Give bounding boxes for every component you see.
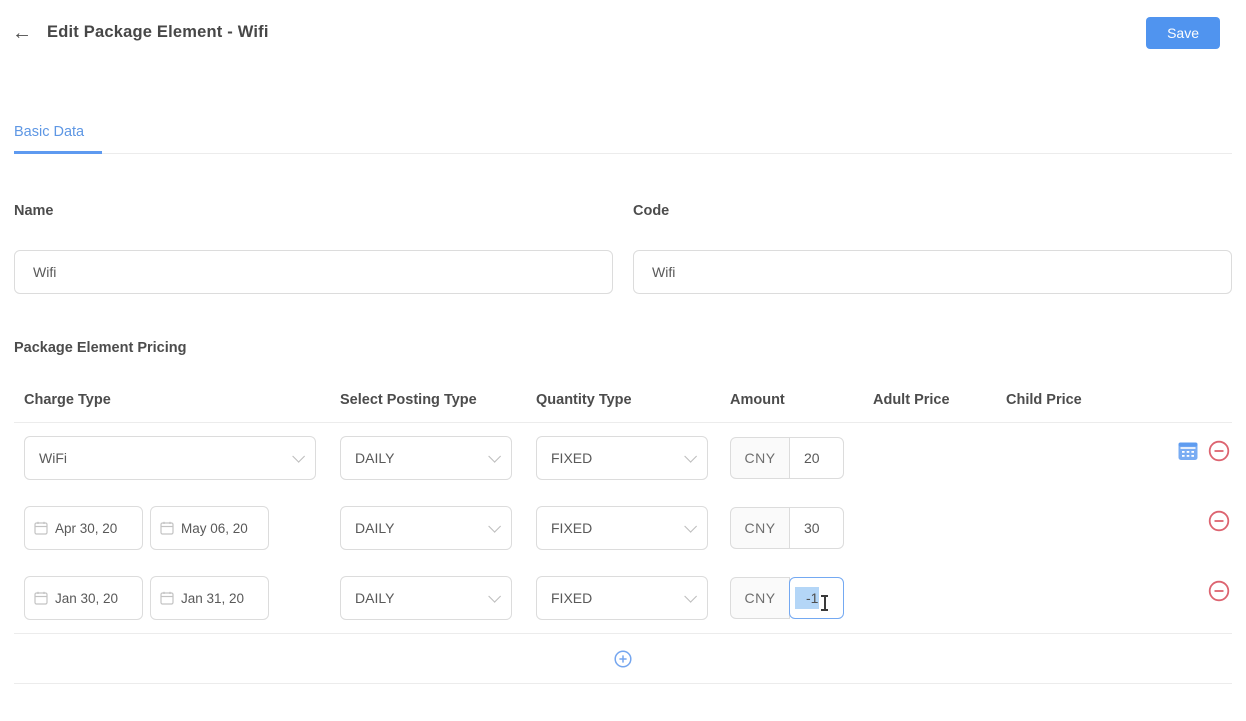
- chevron-down-icon: [488, 590, 501, 603]
- col-child-price: Child Price: [996, 392, 1232, 408]
- date-to-input[interactable]: May 06, 20: [150, 506, 269, 550]
- quantity-type-select[interactable]: FIXED: [536, 576, 708, 620]
- date-from-value: Apr 30, 20: [55, 521, 117, 536]
- page-header: ← Edit Package Element - Wifi Save: [14, 15, 1232, 50]
- pricing-table-header: Charge Type Select Posting Type Quantity…: [14, 392, 1232, 423]
- page-title: Edit Package Element - Wifi: [47, 23, 269, 42]
- calendar-icon: [160, 521, 174, 535]
- calendar-icon: [34, 521, 48, 535]
- row-actions: [996, 506, 1232, 532]
- edit-package-element-page: ← Edit Package Element - Wifi Save Basic…: [0, 15, 1246, 684]
- quantity-type-value: FIXED: [551, 590, 592, 606]
- quantity-type-select[interactable]: FIXED: [536, 436, 708, 480]
- chevron-down-icon: [488, 520, 501, 533]
- calendar-add-icon[interactable]: [1177, 440, 1199, 462]
- posting-type-value: DAILY: [355, 450, 394, 466]
- quantity-type-value: FIXED: [551, 520, 592, 536]
- date-to-value: May 06, 20: [181, 521, 248, 536]
- col-adult-price: Adult Price: [863, 392, 996, 408]
- currency-addon: CNY: [730, 577, 790, 619]
- name-field-group: Name: [14, 203, 613, 294]
- date-from-value: Jan 30, 20: [55, 591, 118, 606]
- charge-type-select[interactable]: WiFi: [24, 436, 316, 480]
- back-arrow-icon[interactable]: ←: [12, 23, 32, 43]
- remove-row-icon[interactable]: [1208, 440, 1230, 462]
- chevron-down-icon: [684, 590, 697, 603]
- posting-type-select[interactable]: DAILY: [340, 576, 512, 620]
- chevron-down-icon: [684, 450, 697, 463]
- code-input[interactable]: [633, 250, 1232, 294]
- quantity-type-value: FIXED: [551, 450, 592, 466]
- date-range-group: Apr 30, 20 May 06, 20: [24, 506, 330, 550]
- quantity-type-select[interactable]: FIXED: [536, 506, 708, 550]
- col-quantity-type: Quantity Type: [526, 392, 720, 408]
- currency-addon: CNY: [730, 507, 790, 549]
- posting-type-value: DAILY: [355, 590, 394, 606]
- charge-type-value: WiFi: [39, 450, 67, 466]
- pricing-row-3: Jan 30, 20 Jan 31, 20 DAILY: [14, 563, 1232, 633]
- posting-type-value: DAILY: [355, 520, 394, 536]
- remove-row-icon[interactable]: [1208, 510, 1230, 532]
- col-charge-type: Charge Type: [14, 392, 330, 408]
- date-to-value: Jan 31, 20: [181, 591, 244, 606]
- pricing-row-2: Apr 30, 20 May 06, 20 DAILY: [14, 493, 1232, 563]
- date-from-input[interactable]: Jan 30, 20: [24, 576, 143, 620]
- calendar-icon: [34, 591, 48, 605]
- amount-input-focused[interactable]: -1: [789, 577, 844, 619]
- calendar-icon: [160, 591, 174, 605]
- text-cursor-icon: [820, 595, 829, 611]
- code-label: Code: [633, 203, 1232, 219]
- remove-row-icon[interactable]: [1208, 580, 1230, 602]
- row-actions: [996, 576, 1232, 602]
- amount-field-group: CNY: [730, 437, 863, 479]
- tab-bar: Basic Data: [14, 123, 1232, 154]
- basic-data-form: Name Code: [14, 203, 1232, 294]
- add-row-icon[interactable]: [614, 650, 632, 668]
- row-actions: [996, 436, 1232, 462]
- date-to-input[interactable]: Jan 31, 20: [150, 576, 269, 620]
- pricing-table: Charge Type Select Posting Type Quantity…: [14, 392, 1232, 684]
- save-button[interactable]: Save: [1146, 17, 1220, 49]
- amount-input[interactable]: [789, 437, 844, 479]
- pricing-section-title: Package Element Pricing: [14, 340, 1232, 356]
- amount-input[interactable]: [789, 507, 844, 549]
- col-posting-type: Select Posting Type: [330, 392, 526, 408]
- amount-field-group: CNY: [730, 507, 863, 549]
- col-amount: Amount: [720, 392, 863, 408]
- add-row-bar: [14, 633, 1232, 684]
- date-from-input[interactable]: Apr 30, 20: [24, 506, 143, 550]
- posting-type-select[interactable]: DAILY: [340, 506, 512, 550]
- amount-field-group: CNY -1: [730, 577, 863, 619]
- code-field-group: Code: [633, 203, 1232, 294]
- tab-basic-data[interactable]: Basic Data: [14, 124, 102, 154]
- name-input[interactable]: [14, 250, 613, 294]
- chevron-down-icon: [684, 520, 697, 533]
- currency-addon: CNY: [730, 437, 790, 479]
- pricing-row-1: WiFi DAILY FIXED CNY: [14, 423, 1232, 493]
- chevron-down-icon: [488, 450, 501, 463]
- selected-text: -1: [795, 587, 819, 609]
- date-range-group: Jan 30, 20 Jan 31, 20: [24, 576, 330, 620]
- chevron-down-icon: [292, 450, 305, 463]
- name-label: Name: [14, 203, 613, 219]
- posting-type-select[interactable]: DAILY: [340, 436, 512, 480]
